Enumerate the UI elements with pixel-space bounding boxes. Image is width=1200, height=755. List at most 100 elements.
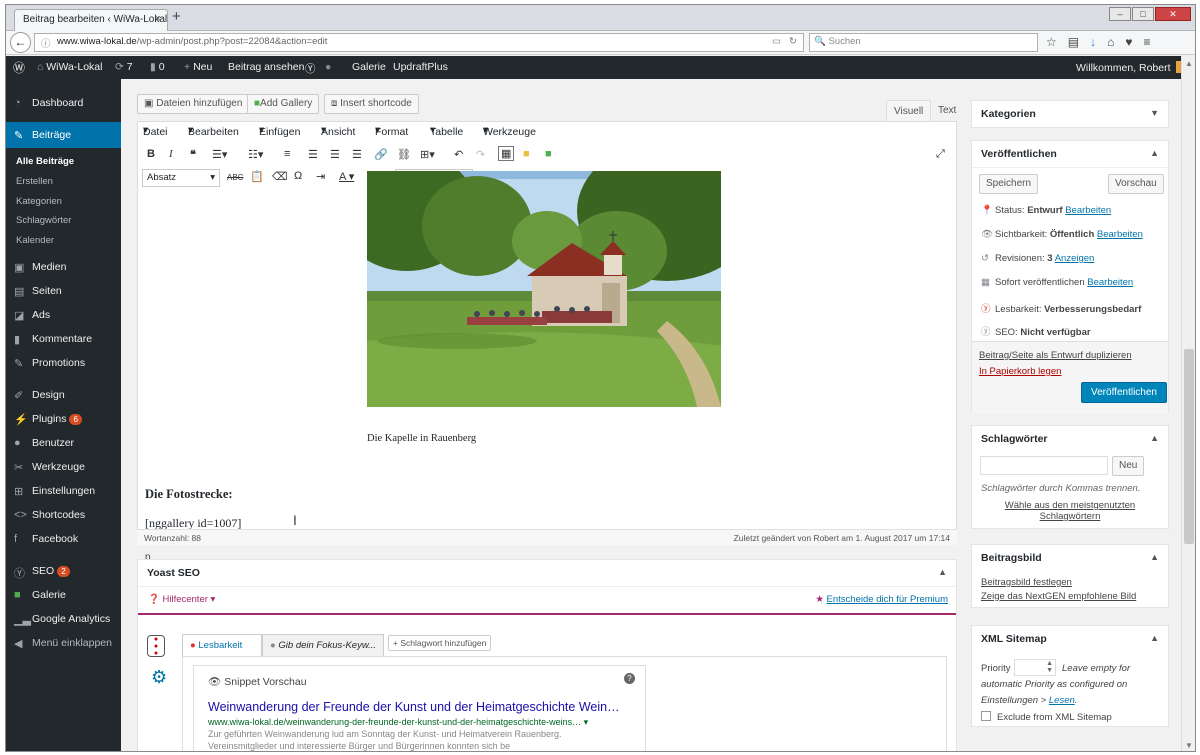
submenu-tags[interactable]: Schlagwörter: [16, 215, 71, 226]
note-icon[interactable]: ■: [523, 148, 530, 160]
pocket-icon[interactable]: ♥: [1125, 35, 1143, 49]
schedule-edit-link[interactable]: Bearbeiten: [1087, 277, 1133, 288]
clear-format-icon[interactable]: ⌫: [272, 170, 288, 183]
gallery-link[interactable]: Galerie: [352, 61, 386, 73]
sidebar-item-dashboard[interactable]: ◔ Dashboard: [6, 92, 121, 116]
exclude-checkbox[interactable]: [981, 711, 991, 721]
tags-input[interactable]: [980, 456, 1108, 475]
tab-text[interactable]: Text: [931, 100, 963, 122]
add-gallery-button[interactable]: ■Add Gallery: [247, 94, 320, 114]
collapse-toggle-icon[interactable]: ▲: [1150, 433, 1159, 443]
format-select[interactable]: Absatz ▾: [142, 169, 220, 187]
sidebar-item-shortcodes[interactable]: <> Shortcodes: [6, 504, 121, 528]
url-bar[interactable]: ⓘ www.wiwa-lokal.de/wp-admin/post.php?po…: [34, 33, 804, 52]
scroll-down-icon[interactable]: ▼: [1185, 741, 1193, 750]
minimize-icon[interactable]: –: [1109, 7, 1131, 21]
updraftplus-link[interactable]: UpdraftPlus: [393, 61, 448, 73]
submenu-all-posts[interactable]: Alle Beiträge: [16, 156, 74, 167]
publish-header[interactable]: Veröffentlichen ▲: [972, 141, 1168, 168]
sidebar-item-werkzeuge[interactable]: ✂ Werkzeuge: [6, 456, 121, 480]
align-center-icon[interactable]: ☰: [330, 148, 340, 161]
fullscreen-icon[interactable]: ⤢: [936, 148, 945, 161]
menu-tabelle[interactable]: Tabelle ▾: [430, 124, 463, 138]
sidebar-item-benutzer[interactable]: ● Benutzer: [6, 432, 121, 456]
align-right-icon[interactable]: ☰: [352, 148, 362, 161]
sidebar-item-seiten[interactable]: ▤ Seiten: [6, 280, 121, 304]
blockquote-icon[interactable]: ❝: [190, 148, 196, 161]
hr-icon[interactable]: ≡: [284, 148, 290, 160]
close-tab-icon[interactable]: ×: [155, 13, 161, 25]
sidebar-item-einstellungen[interactable]: ⊞ Einstellungen: [6, 480, 121, 504]
menu-einfuegen[interactable]: Einfügen ▾: [259, 124, 300, 138]
tab-readability[interactable]: ● Lesbarkeit: [182, 634, 262, 656]
view-post-link[interactable]: Beitrag ansehen: [228, 61, 304, 73]
sidebar-item-design[interactable]: ✐ Design: [6, 384, 121, 408]
reload-icon[interactable]: ↻: [789, 36, 797, 47]
gallery-icon[interactable]: ■: [545, 148, 552, 160]
sidebar-item-analytics[interactable]: ▁▃ Google Analytics: [6, 608, 121, 632]
table-icon[interactable]: ⊞▾: [420, 148, 435, 161]
indent-icon[interactable]: ⇥: [316, 170, 325, 183]
new-tab-icon[interactable]: +: [172, 8, 181, 25]
wordpress-icon[interactable]: Ⓦ: [13, 59, 25, 76]
comments-link[interactable]: ▮ 0: [150, 61, 165, 73]
expand-toggle-icon[interactable]: ▼: [1150, 108, 1159, 118]
info-icon[interactable]: ⓘ: [41, 36, 51, 50]
menu-bearbeiten[interactable]: Bearbeiten ▾: [188, 124, 239, 138]
site-name-link[interactable]: ⌂ WiWa-Lokal: [37, 61, 102, 73]
status-edit-link[interactable]: Bearbeiten: [1065, 205, 1111, 216]
bold-icon[interactable]: B: [147, 148, 155, 160]
sidebar-item-facebook[interactable]: f Facebook: [6, 528, 121, 552]
sidebar-item-medien[interactable]: ▣ Medien: [6, 256, 121, 280]
redo-icon[interactable]: ↷: [476, 148, 485, 161]
read-settings-link[interactable]: Lesen: [1049, 695, 1075, 706]
bullet-list-icon[interactable]: ☰▾: [212, 148, 227, 161]
help-icon[interactable]: ?: [624, 673, 635, 684]
special-char-icon[interactable]: Ω: [294, 170, 302, 182]
preview-button[interactable]: Vorschau: [1108, 174, 1164, 194]
snippet-title[interactable]: Weinwanderung der Freunde der Kunst und …: [208, 700, 620, 714]
add-media-button[interactable]: ▣ Dateien hinzufügen: [137, 94, 250, 114]
browser-tab[interactable]: Beitrag bearbeiten ‹ WiWa-Lokal ×: [14, 9, 168, 31]
trash-link[interactable]: In Papierkorb legen: [979, 366, 1061, 377]
sidebar-item-promotions[interactable]: ✎ Promotions: [6, 352, 121, 376]
collapse-toggle-icon[interactable]: ▲: [1150, 552, 1159, 562]
categories-header[interactable]: Kategorien ▼: [972, 101, 1168, 128]
link-icon[interactable]: 🔗: [374, 148, 388, 161]
library-icon[interactable]: ▤: [1068, 35, 1090, 49]
paste-text-icon[interactable]: 📋: [250, 170, 264, 183]
undo-icon[interactable]: ↶: [454, 148, 463, 161]
settings-gear-icon[interactable]: ⚙: [151, 667, 167, 688]
sidebar-item-plugins[interactable]: ⚡ Plugins 6: [6, 408, 121, 432]
add-tag-button[interactable]: Neu: [1112, 456, 1145, 476]
sidebar-item-kommentare[interactable]: ▮ Kommentare: [6, 328, 121, 352]
strikethrough-icon[interactable]: ABC: [227, 173, 243, 182]
unlink-icon[interactable]: ⛓: [397, 148, 411, 161]
menu-werkzeuge[interactable]: Werkzeuge ▾: [483, 124, 536, 138]
yoast-icon[interactable]: Ⓨ: [305, 61, 316, 76]
sidebar-collapse[interactable]: ◀ Menü einklappen: [6, 632, 121, 656]
reader-icon[interactable]: ▭: [772, 36, 781, 47]
chapel-photo[interactable]: [367, 171, 721, 407]
tab-focus-keyword[interactable]: ● Gib dein Fokus-Keyw...: [262, 634, 384, 656]
home-icon[interactable]: ⌂: [1107, 35, 1125, 49]
scroll-up-icon[interactable]: ▲: [1185, 59, 1193, 68]
premium-link[interactable]: ★ Entscheide dich für Premium: [815, 594, 948, 605]
tab-visual[interactable]: Visuell: [886, 100, 932, 122]
sidebar-item-galerie[interactable]: ■ Galerie: [6, 584, 121, 608]
menu-ansicht[interactable]: Ansicht ▾: [321, 124, 355, 138]
spinner-icon[interactable]: ▲ ▼: [1046, 660, 1053, 674]
snippet-preview-header[interactable]: 👁 Snippet Vorschau: [208, 675, 307, 688]
set-featured-image-link[interactable]: Beitragsbild festlegen: [981, 577, 1072, 588]
align-left-icon[interactable]: ☰: [308, 148, 318, 161]
collapse-toggle-icon[interactable]: ▲: [938, 567, 947, 577]
duplicate-link[interactable]: Beitrag/Seite als Entwurf duplizieren: [979, 350, 1132, 361]
most-used-tags-link[interactable]: Wähle aus den meistgenutzten Schlagwörter…: [972, 500, 1168, 522]
save-draft-button[interactable]: Speichern: [979, 174, 1039, 194]
revisions-link[interactable]: Anzeigen: [1055, 253, 1095, 264]
updates-link[interactable]: ⟳ 7: [115, 61, 133, 73]
priority-input[interactable]: ▲ ▼: [1014, 659, 1056, 676]
menu-icon[interactable]: ≡: [1143, 35, 1161, 49]
sidebar-item-beitraege[interactable]: ✎ Beiträge: [6, 122, 121, 148]
download-icon[interactable]: ↓: [1090, 35, 1107, 49]
